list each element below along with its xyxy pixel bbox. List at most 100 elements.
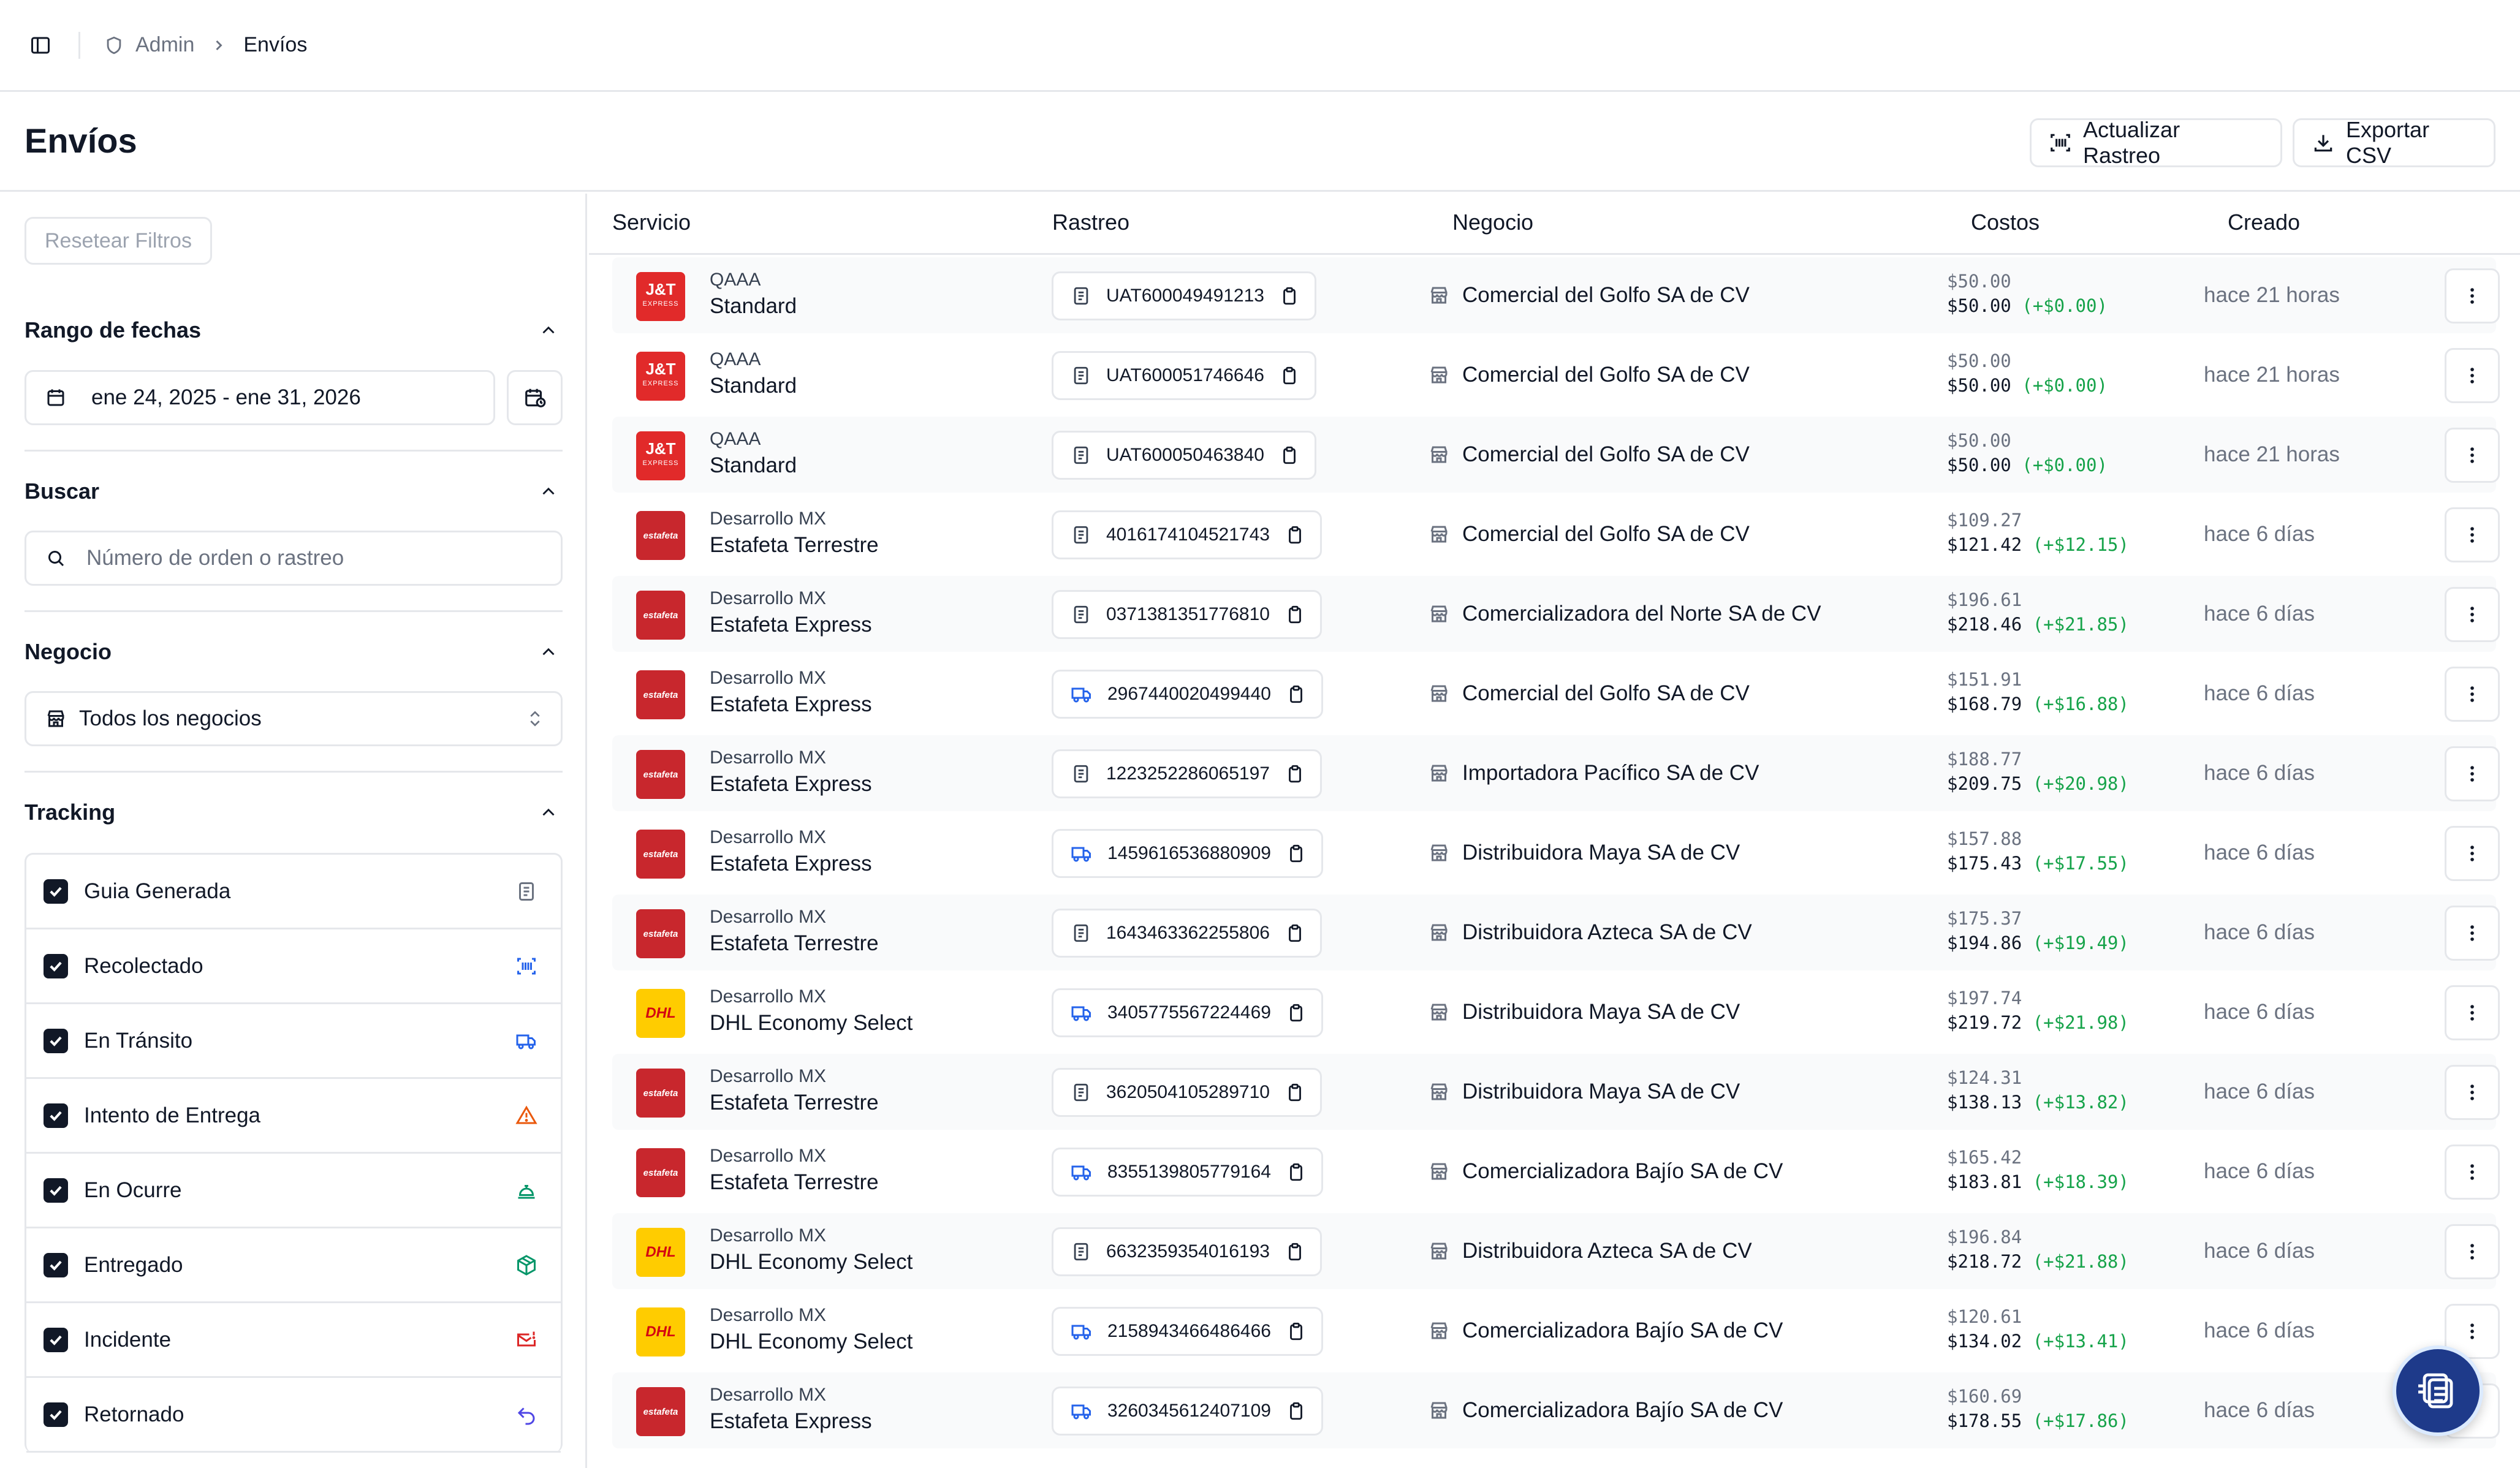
table-row[interactable]: estafeta Desarrollo MX Estafeta Terrestr… (612, 1133, 2500, 1209)
column-header-costs[interactable]: Costos (1971, 210, 2040, 235)
tracking-number-chip[interactable]: 0371381351776810 (1052, 590, 1322, 639)
row-actions-button[interactable] (2445, 985, 2500, 1040)
checkbox[interactable] (44, 1178, 68, 1203)
search-input[interactable]: Número de orden o rastreo (25, 531, 563, 586)
tracking-number-chip[interactable]: UAT600049491213 (1052, 271, 1316, 320)
table-row[interactable]: J&T EXPRESS QAAA Standard UAT600049491213… (612, 257, 2500, 333)
assistant-fab-button[interactable] (2393, 1345, 2483, 1436)
table-row[interactable]: estafeta Desarrollo MX Estafeta Express … (612, 815, 2500, 891)
tracking-number-chip[interactable]: UAT600050463840 (1052, 431, 1316, 480)
tracking-status-label: Guia Generada (84, 879, 231, 903)
copy-clipboard-icon[interactable] (1279, 286, 1300, 306)
checkbox[interactable] (44, 1103, 68, 1128)
copy-clipboard-icon[interactable] (1285, 604, 1305, 625)
row-actions-button[interactable] (2445, 507, 2500, 562)
sidebar-toggle-icon[interactable] (27, 32, 54, 59)
copy-clipboard-icon[interactable] (1286, 1002, 1307, 1023)
document-icon (1071, 1241, 1091, 1262)
row-actions-button[interactable] (2445, 667, 2500, 722)
tracking-number-chip[interactable]: UAT600051746646 (1052, 351, 1316, 400)
table-row[interactable]: estafeta Desarrollo MX Estafeta Terrestr… (612, 496, 2500, 572)
tracking-number-chip[interactable]: 2158943466486466 (1052, 1307, 1323, 1356)
tracking-status-item[interactable]: En Tránsito (26, 1004, 561, 1079)
copy-clipboard-icon[interactable] (1286, 684, 1307, 705)
table-row[interactable]: estafeta Desarrollo MX Estafeta Express … (612, 576, 2500, 652)
table-row[interactable]: estafeta Desarrollo MX Estafeta Express … (612, 735, 2500, 811)
tracking-number-chip[interactable]: 3405775567224469 (1052, 988, 1323, 1037)
column-header-created[interactable]: Creado (2228, 210, 2300, 235)
row-actions-button[interactable] (2445, 746, 2500, 801)
export-csv-button[interactable]: Exportar CSV (2293, 117, 2495, 168)
row-actions-button[interactable] (2445, 428, 2500, 483)
business-name: Comercial del Golfo SA de CV (1462, 442, 1750, 466)
copy-clipboard-icon[interactable] (1285, 763, 1305, 784)
tracking-number-chip[interactable]: 2967440020499440 (1052, 670, 1323, 719)
tracking-status-item[interactable]: Guia Generada (26, 855, 561, 929)
business-select[interactable]: Todos los negocios (25, 691, 563, 746)
more-vertical-icon (2462, 286, 2483, 306)
chevron-up-icon[interactable] (538, 802, 559, 823)
table-row[interactable]: estafeta Desarrollo MX Estafeta Express … (612, 656, 2500, 732)
chevron-up-icon[interactable] (538, 641, 559, 662)
date-range-input[interactable]: ene 24, 2025 - ene 31, 2026 (25, 370, 495, 425)
tracking-number-chip[interactable]: 3260345612407109 (1052, 1387, 1323, 1436)
tracking-number-chip[interactable]: 4016174104521743 (1052, 510, 1322, 559)
table-row[interactable]: DHL Desarrollo MX DHL Economy Select 663… (612, 1213, 2500, 1289)
table-row[interactable]: J&T EXPRESS QAAA Standard UAT600050463840… (612, 417, 2500, 493)
row-actions-button[interactable] (2445, 587, 2500, 642)
checkbox[interactable] (44, 1028, 68, 1053)
copy-clipboard-icon[interactable] (1285, 524, 1305, 545)
cost-diff: (+$13.41) (2032, 1331, 2129, 1352)
tracking-status-item[interactable]: Recolectado (26, 929, 561, 1004)
more-vertical-icon (2462, 445, 2483, 466)
copy-clipboard-icon[interactable] (1286, 1162, 1307, 1182)
tracking-status-item[interactable]: Retornado (26, 1378, 561, 1453)
copy-clipboard-icon[interactable] (1286, 1401, 1307, 1421)
row-actions-button[interactable] (2445, 1065, 2500, 1120)
tracking-status-item[interactable]: Incidente (26, 1303, 561, 1378)
tracking-status-item[interactable]: En Ocurre (26, 1154, 561, 1228)
tracking-number-chip[interactable]: 1223252286065197 (1052, 749, 1322, 798)
tracking-number-chip[interactable]: 6632359354016193 (1052, 1227, 1322, 1276)
row-actions-button[interactable] (2445, 348, 2500, 403)
table-row[interactable]: DHL Desarrollo MX DHL Economy Select 340… (612, 974, 2500, 1050)
breadcrumb-admin[interactable]: Admin (135, 33, 194, 57)
tracking-number-chip[interactable]: 1643463362255806 (1052, 909, 1322, 958)
table-row[interactable]: estafeta Desarrollo MX Estafeta Terrestr… (612, 1054, 2500, 1130)
refresh-tracking-button[interactable]: Actualizar Rastreo (2030, 117, 2282, 168)
calendar-picker-button[interactable] (507, 370, 563, 425)
business-name: Distribuidora Maya SA de CV (1462, 1000, 1740, 1024)
checkbox[interactable] (44, 1327, 68, 1352)
table-row[interactable]: estafeta Desarrollo MX Estafeta Terrestr… (612, 895, 2500, 970)
row-actions-button[interactable] (2445, 906, 2500, 961)
tracking-status-item[interactable]: Intento de Entrega (26, 1079, 561, 1154)
copy-clipboard-icon[interactable] (1285, 923, 1305, 944)
copy-clipboard-icon[interactable] (1286, 843, 1307, 864)
row-actions-button[interactable] (2445, 268, 2500, 323)
checkbox[interactable] (44, 953, 68, 978)
column-header-tracking[interactable]: Rastreo (1052, 210, 1129, 235)
copy-clipboard-icon[interactable] (1285, 1082, 1305, 1103)
copy-clipboard-icon[interactable] (1286, 1321, 1307, 1342)
checkbox[interactable] (44, 879, 68, 904)
column-header-business[interactable]: Negocio (1452, 210, 1533, 235)
table-row[interactable]: DHL Desarrollo MX DHL Economy Select 215… (612, 1293, 2500, 1369)
copy-clipboard-icon[interactable] (1279, 365, 1300, 386)
copy-clipboard-icon[interactable] (1279, 445, 1300, 466)
table-row[interactable]: estafeta Desarrollo MX Estafeta Express … (612, 1372, 2500, 1448)
row-actions-button[interactable] (2445, 1224, 2500, 1279)
tracking-number-chip[interactable]: 1459616536880909 (1052, 829, 1323, 878)
column-header-service[interactable]: Servicio (612, 210, 691, 235)
tracking-number-chip[interactable]: 3620504105289710 (1052, 1068, 1322, 1117)
row-actions-button[interactable] (2445, 1145, 2500, 1200)
copy-clipboard-icon[interactable] (1285, 1241, 1305, 1262)
table-row[interactable]: J&T EXPRESS QAAA Standard UAT600051746646… (612, 337, 2500, 413)
tracking-number-chip[interactable]: 8355139805779164 (1052, 1148, 1323, 1197)
checkbox[interactable] (44, 1402, 68, 1427)
reset-filters-button[interactable]: Resetear Filtros (25, 217, 212, 265)
checkbox[interactable] (44, 1252, 68, 1277)
row-actions-button[interactable] (2445, 826, 2500, 881)
chevron-up-icon[interactable] (538, 481, 559, 502)
chevron-up-icon[interactable] (538, 320, 559, 341)
tracking-status-item[interactable]: Entregado (26, 1228, 561, 1303)
